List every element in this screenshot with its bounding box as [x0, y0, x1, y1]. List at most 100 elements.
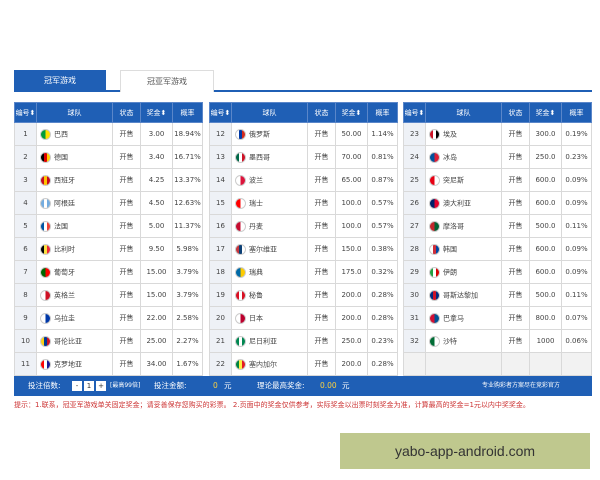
header-prize[interactable]: 奖金⬍: [140, 102, 173, 123]
prize-odds[interactable]: 200.0: [335, 283, 368, 307]
table-row[interactable]: 8 英格兰 开售 15.00 3.79%: [14, 283, 203, 307]
prize-odds[interactable]: 3.40: [140, 145, 173, 169]
team-name: 沙特: [443, 337, 457, 345]
prize-odds[interactable]: 200.0: [335, 306, 368, 330]
empty-cell: [529, 352, 562, 376]
prize-odds[interactable]: 100.0: [335, 214, 368, 238]
table-row[interactable]: 3 西班牙 开售 4.25 13.37%: [14, 168, 203, 192]
prize-odds[interactable]: 500.0: [529, 214, 562, 238]
prize-odds[interactable]: 70.00: [335, 145, 368, 169]
prize-odds[interactable]: 22.00: [140, 306, 173, 330]
prize-odds[interactable]: 600.0: [529, 237, 562, 261]
multiplier-plus-button[interactable]: +: [96, 381, 106, 391]
probability: 0.19%: [561, 122, 592, 146]
table-row[interactable]: 11 克罗地亚 开售 34.00 1.67%: [14, 352, 203, 376]
table-row[interactable]: 23 埃及 开售 300.0 0.19%: [403, 122, 592, 146]
row-number: 1: [14, 122, 37, 146]
table-row[interactable]: 30 哥斯达黎加 开售 500.0 0.11%: [403, 283, 592, 307]
tab-champion-game[interactable]: 冠军游戏: [14, 70, 106, 92]
table-row[interactable]: 25 突尼斯 开售 600.0 0.09%: [403, 168, 592, 192]
prize-odds[interactable]: 600.0: [529, 260, 562, 284]
row-number: 11: [14, 352, 37, 376]
probability: 0.06%: [561, 329, 592, 353]
team-cell: 伊朗: [425, 260, 502, 284]
row-number: 15: [209, 191, 232, 215]
prize-odds[interactable]: 1000: [529, 329, 562, 353]
prize-odds[interactable]: 800.0: [529, 306, 562, 330]
probability: 0.11%: [561, 283, 592, 307]
table-row[interactable]: 24 冰岛 开售 250.0 0.23%: [403, 145, 592, 169]
prize-odds[interactable]: 175.0: [335, 260, 368, 284]
prize-odds[interactable]: 34.00: [140, 352, 173, 376]
prize-odds[interactable]: 9.50: [140, 237, 173, 261]
table-row[interactable]: 4 阿根廷 开售 4.50 12.63%: [14, 191, 203, 215]
header-no[interactable]: 编号⬍: [209, 102, 232, 123]
prize-odds[interactable]: 150.0: [335, 237, 368, 261]
prize-odds[interactable]: 15.00: [140, 260, 173, 284]
prize-odds[interactable]: 4.25: [140, 168, 173, 192]
prize-odds[interactable]: 300.0: [529, 122, 562, 146]
row-number: 17: [209, 237, 232, 261]
prize-odds[interactable]: 600.0: [529, 168, 562, 192]
empty-cell: [403, 352, 426, 376]
header-prize[interactable]: 奖金⬍: [529, 102, 562, 123]
table-row[interactable]: 19 秘鲁 开售 200.0 0.28%: [209, 283, 398, 307]
probability: 0.23%: [561, 145, 592, 169]
table-row[interactable]: 9 乌拉圭 开售 22.00 2.58%: [14, 306, 203, 330]
table-row[interactable]: 14 波兰 开售 65.00 0.87%: [209, 168, 398, 192]
probability: 0.28%: [367, 306, 398, 330]
table-row[interactable]: 7 葡萄牙 开售 15.00 3.79%: [14, 260, 203, 284]
denmark-flag-icon: [235, 220, 246, 232]
table-row[interactable]: 22 塞内加尔 开售 200.0 0.28%: [209, 352, 398, 376]
morocco-flag-icon: [429, 220, 440, 232]
multiplier-value[interactable]: 1: [84, 381, 94, 391]
team-cell: 尼日利亚: [231, 329, 308, 353]
probability: 0.11%: [561, 214, 592, 238]
table-row[interactable]: 13 墨西哥 开售 70.00 0.81%: [209, 145, 398, 169]
table-row[interactable]: 26 澳大利亚 开售 600.0 0.09%: [403, 191, 592, 215]
team-name: 瑞典: [249, 268, 263, 276]
sale-status: 开售: [112, 329, 141, 353]
prize-odds[interactable]: 25.00: [140, 329, 173, 353]
table-row[interactable]: 20 日本 开售 200.0 0.28%: [209, 306, 398, 330]
prize-odds[interactable]: 4.50: [140, 191, 173, 215]
prize-odds[interactable]: 100.0: [335, 191, 368, 215]
table-row[interactable]: 6 比利时 开售 9.50 5.98%: [14, 237, 203, 261]
tab-champion-runnerup-game[interactable]: 冠亚军游戏: [120, 70, 214, 92]
multiplier-minus-button[interactable]: -: [72, 381, 82, 391]
header-no[interactable]: 编号⬍: [14, 102, 37, 123]
table-row[interactable]: 2 德国 开售 3.40 16.71%: [14, 145, 203, 169]
header-status: 状态: [112, 102, 141, 123]
prize-odds[interactable]: 50.00: [335, 122, 368, 146]
table-row[interactable]: 12 俄罗斯 开售 50.00 1.14%: [209, 122, 398, 146]
prize-odds[interactable]: 500.0: [529, 283, 562, 307]
table-row[interactable]: 27 摩洛哥 开售 500.0 0.11%: [403, 214, 592, 238]
table-row[interactable]: 28 韩国 开售 600.0 0.09%: [403, 237, 592, 261]
header-no[interactable]: 编号⬍: [403, 102, 426, 123]
prize-odds[interactable]: 65.00: [335, 168, 368, 192]
table-row[interactable]: 32 沙特 开售 1000 0.06%: [403, 329, 592, 353]
table-row[interactable]: 15 瑞士 开售 100.0 0.57%: [209, 191, 398, 215]
prize-odds[interactable]: 3.00: [140, 122, 173, 146]
table-row[interactable]: 21 尼日利亚 开售 250.0 0.23%: [209, 329, 398, 353]
prize-odds[interactable]: 250.0: [529, 145, 562, 169]
header-team: 球队: [425, 102, 502, 123]
table-row[interactable]: 17 塞尔维亚 开售 150.0 0.38%: [209, 237, 398, 261]
team-cell: 丹麦: [231, 214, 308, 238]
prize-odds[interactable]: 200.0: [335, 352, 368, 376]
header-prize[interactable]: 奖金⬍: [335, 102, 368, 123]
table-row[interactable]: 29 伊朗 开售 600.0 0.09%: [403, 260, 592, 284]
prize-odds[interactable]: 250.0: [335, 329, 368, 353]
prize-odds[interactable]: 600.0: [529, 191, 562, 215]
table-row[interactable]: 31 巴拿马 开售 800.0 0.07%: [403, 306, 592, 330]
team-cell: 澳大利亚: [425, 191, 502, 215]
table-row[interactable]: 16 丹麦 开售 100.0 0.57%: [209, 214, 398, 238]
probability: 1.67%: [172, 352, 203, 376]
table-row[interactable]: 18 瑞典 开售 175.0 0.32%: [209, 260, 398, 284]
table-row[interactable]: 5 法国 开售 5.00 11.37%: [14, 214, 203, 238]
prize-odds[interactable]: 5.00: [140, 214, 173, 238]
table-row[interactable]: 10 哥伦比亚 开售 25.00 2.27%: [14, 329, 203, 353]
prize-odds[interactable]: 15.00: [140, 283, 173, 307]
table-row[interactable]: 1 巴西 开售 3.00 18.94%: [14, 122, 203, 146]
team-cell: 摩洛哥: [425, 214, 502, 238]
